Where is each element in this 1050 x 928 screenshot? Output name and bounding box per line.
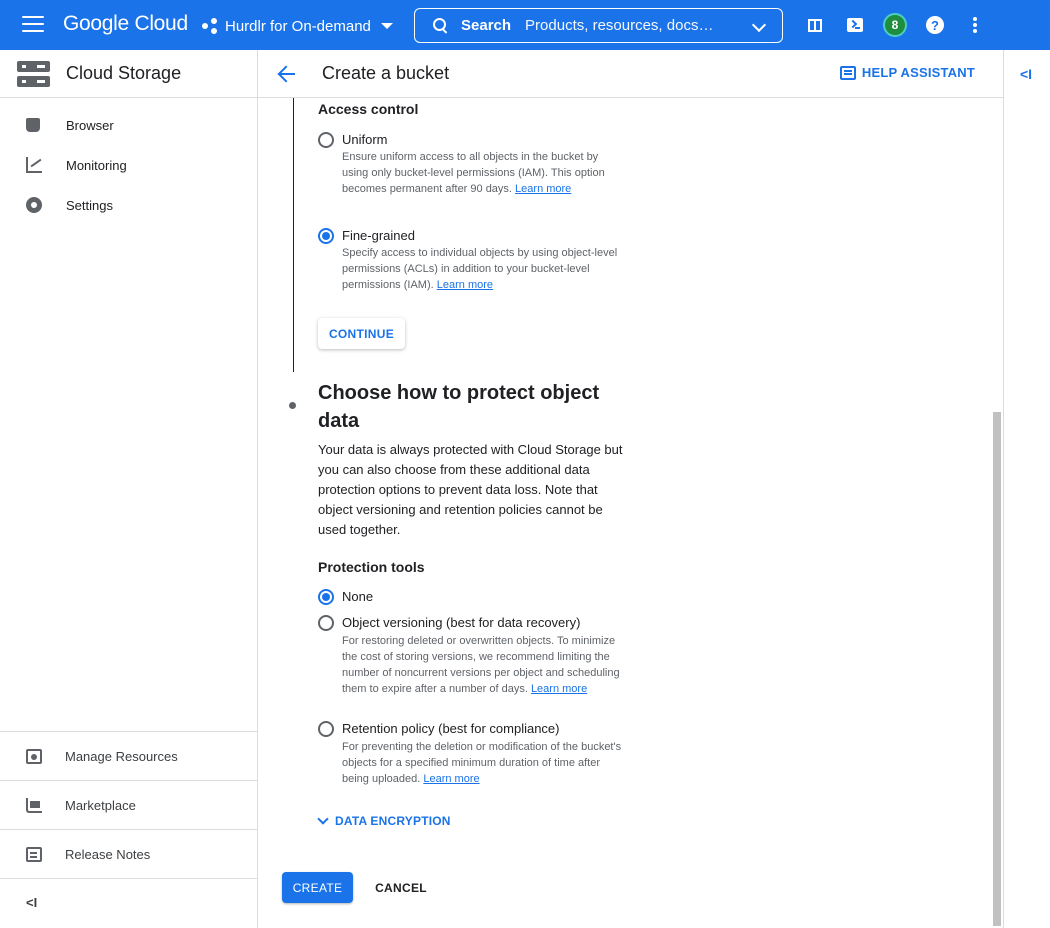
search-icon [433,17,449,34]
sidebar-item-label: Manage Resources [65,748,178,764]
sidebar-item-settings[interactable]: Settings [0,185,257,225]
gear-icon [26,197,42,213]
step-indicator-dot [289,402,296,409]
project-icon [202,18,218,34]
caret-down-icon [380,23,393,29]
learn-more-link[interactable]: Learn more [531,683,587,695]
project-selector[interactable]: Hurdlr for On-demand [202,15,393,37]
collapse-sidebar-icon[interactable]: <I [26,895,37,910]
cancel-button[interactable]: CANCEL [368,872,434,903]
create-bucket-form: Access control Uniform Ensure uniform ac… [258,98,992,928]
object-versioning-description: For restoring deleted or overwritten obj… [342,635,620,695]
protection-heading: Choose how to protect object data [318,382,600,432]
learn-more-link[interactable]: Learn more [437,279,493,291]
cloud-storage-icon [17,60,50,87]
scrollbar[interactable] [993,412,1001,926]
sidebar-collapse-row: <I [0,878,257,928]
search-label: Search [461,17,512,34]
sidebar-header: Cloud Storage [0,50,257,98]
sidebar-item-label: Marketplace [65,797,136,813]
data-encryption-label: DATA ENCRYPTION [335,814,451,828]
step-connector-line [293,98,294,372]
none-label[interactable]: None [342,589,373,604]
hamburger-menu-icon[interactable] [22,16,44,34]
help-assistant-label: HELP ASSISTANT [861,65,975,80]
chevron-down-icon [317,813,329,825]
sidebar-item-label: Browser [66,117,114,133]
uniform-description: Ensure uniform access to all objects in … [342,151,605,195]
learn-more-link[interactable]: Learn more [515,183,571,195]
retention-policy-label[interactable]: Retention policy (best for compliance) [342,721,560,736]
object-versioning-radio[interactable] [318,615,334,631]
create-button[interactable]: CREATE [282,872,353,903]
uniform-label[interactable]: Uniform [342,132,388,147]
sidebar-item-monitoring[interactable]: Monitoring [0,145,257,185]
protection-tools-heading: Protection tools [318,559,425,575]
release-notes-icon [26,846,42,862]
learn-more-link[interactable]: Learn more [423,773,479,785]
object-versioning-label[interactable]: Object versioning (best for data recover… [342,615,580,630]
project-name: Hurdlr for On-demand [225,17,371,35]
expand-panel-icon[interactable]: <I [1020,66,1032,82]
sidebar-item-browser[interactable]: Browser [0,105,257,145]
monitoring-icon [26,157,42,173]
retention-policy-description: For preventing the deletion or modificat… [342,741,622,785]
sidebar-item-release-notes[interactable]: Release Notes [0,829,257,878]
notifications-badge[interactable]: 8 [883,13,907,37]
access-control-heading: Access control [318,101,419,117]
cloud-shell-icon[interactable] [844,14,866,36]
sidebar-item-marketplace[interactable]: Marketplace [0,780,257,829]
chat-icon [839,65,856,80]
sidebar-item-label: Release Notes [65,846,151,862]
badge-count: 8 [891,18,899,32]
help-assistant-button[interactable]: HELP ASSISTANT [839,65,975,80]
sidebar: Cloud Storage Browser Monitoring Setting… [0,50,258,928]
continue-button[interactable]: CONTINUE [318,318,405,349]
google-cloud-logo[interactable]: Google Cloud [63,12,188,36]
bucket-icon [26,118,40,132]
sidebar-item-label: Monitoring [66,157,127,173]
sidebar-title: Cloud Storage [66,63,182,83]
uniform-radio[interactable] [318,132,334,148]
data-encryption-toggle[interactable]: DATA ENCRYPTION [316,813,451,828]
manage-resources-icon [26,748,42,764]
help-icon[interactable]: ? [924,14,946,36]
search-bar[interactable]: Search Products, resources, docs… [414,8,783,43]
cart-icon [26,797,42,813]
page-header: Create a bucket HELP ASSISTANT [258,50,1003,98]
right-panel: <I [1003,50,1050,928]
fine-grained-radio[interactable] [318,228,334,244]
gift-icon[interactable] [804,14,826,36]
fine-grained-description: Specify access to individual objects by … [342,247,618,291]
back-arrow-icon[interactable] [277,64,297,84]
top-bar: Google Cloud Hurdlr for On-demand Search… [0,0,1050,50]
sidebar-item-label: Settings [66,197,113,213]
chevron-down-icon[interactable] [751,17,767,33]
sidebar-item-manage-resources[interactable]: Manage Resources [0,731,257,780]
more-options-icon[interactable] [964,14,986,36]
retention-policy-radio[interactable] [318,721,334,737]
none-radio[interactable] [318,589,334,605]
page-title: Create a bucket [322,63,450,83]
fine-grained-label[interactable]: Fine-grained [342,228,415,243]
search-placeholder: Products, resources, docs… [525,17,714,34]
protection-description: Your data is always protected with Cloud… [318,442,623,537]
